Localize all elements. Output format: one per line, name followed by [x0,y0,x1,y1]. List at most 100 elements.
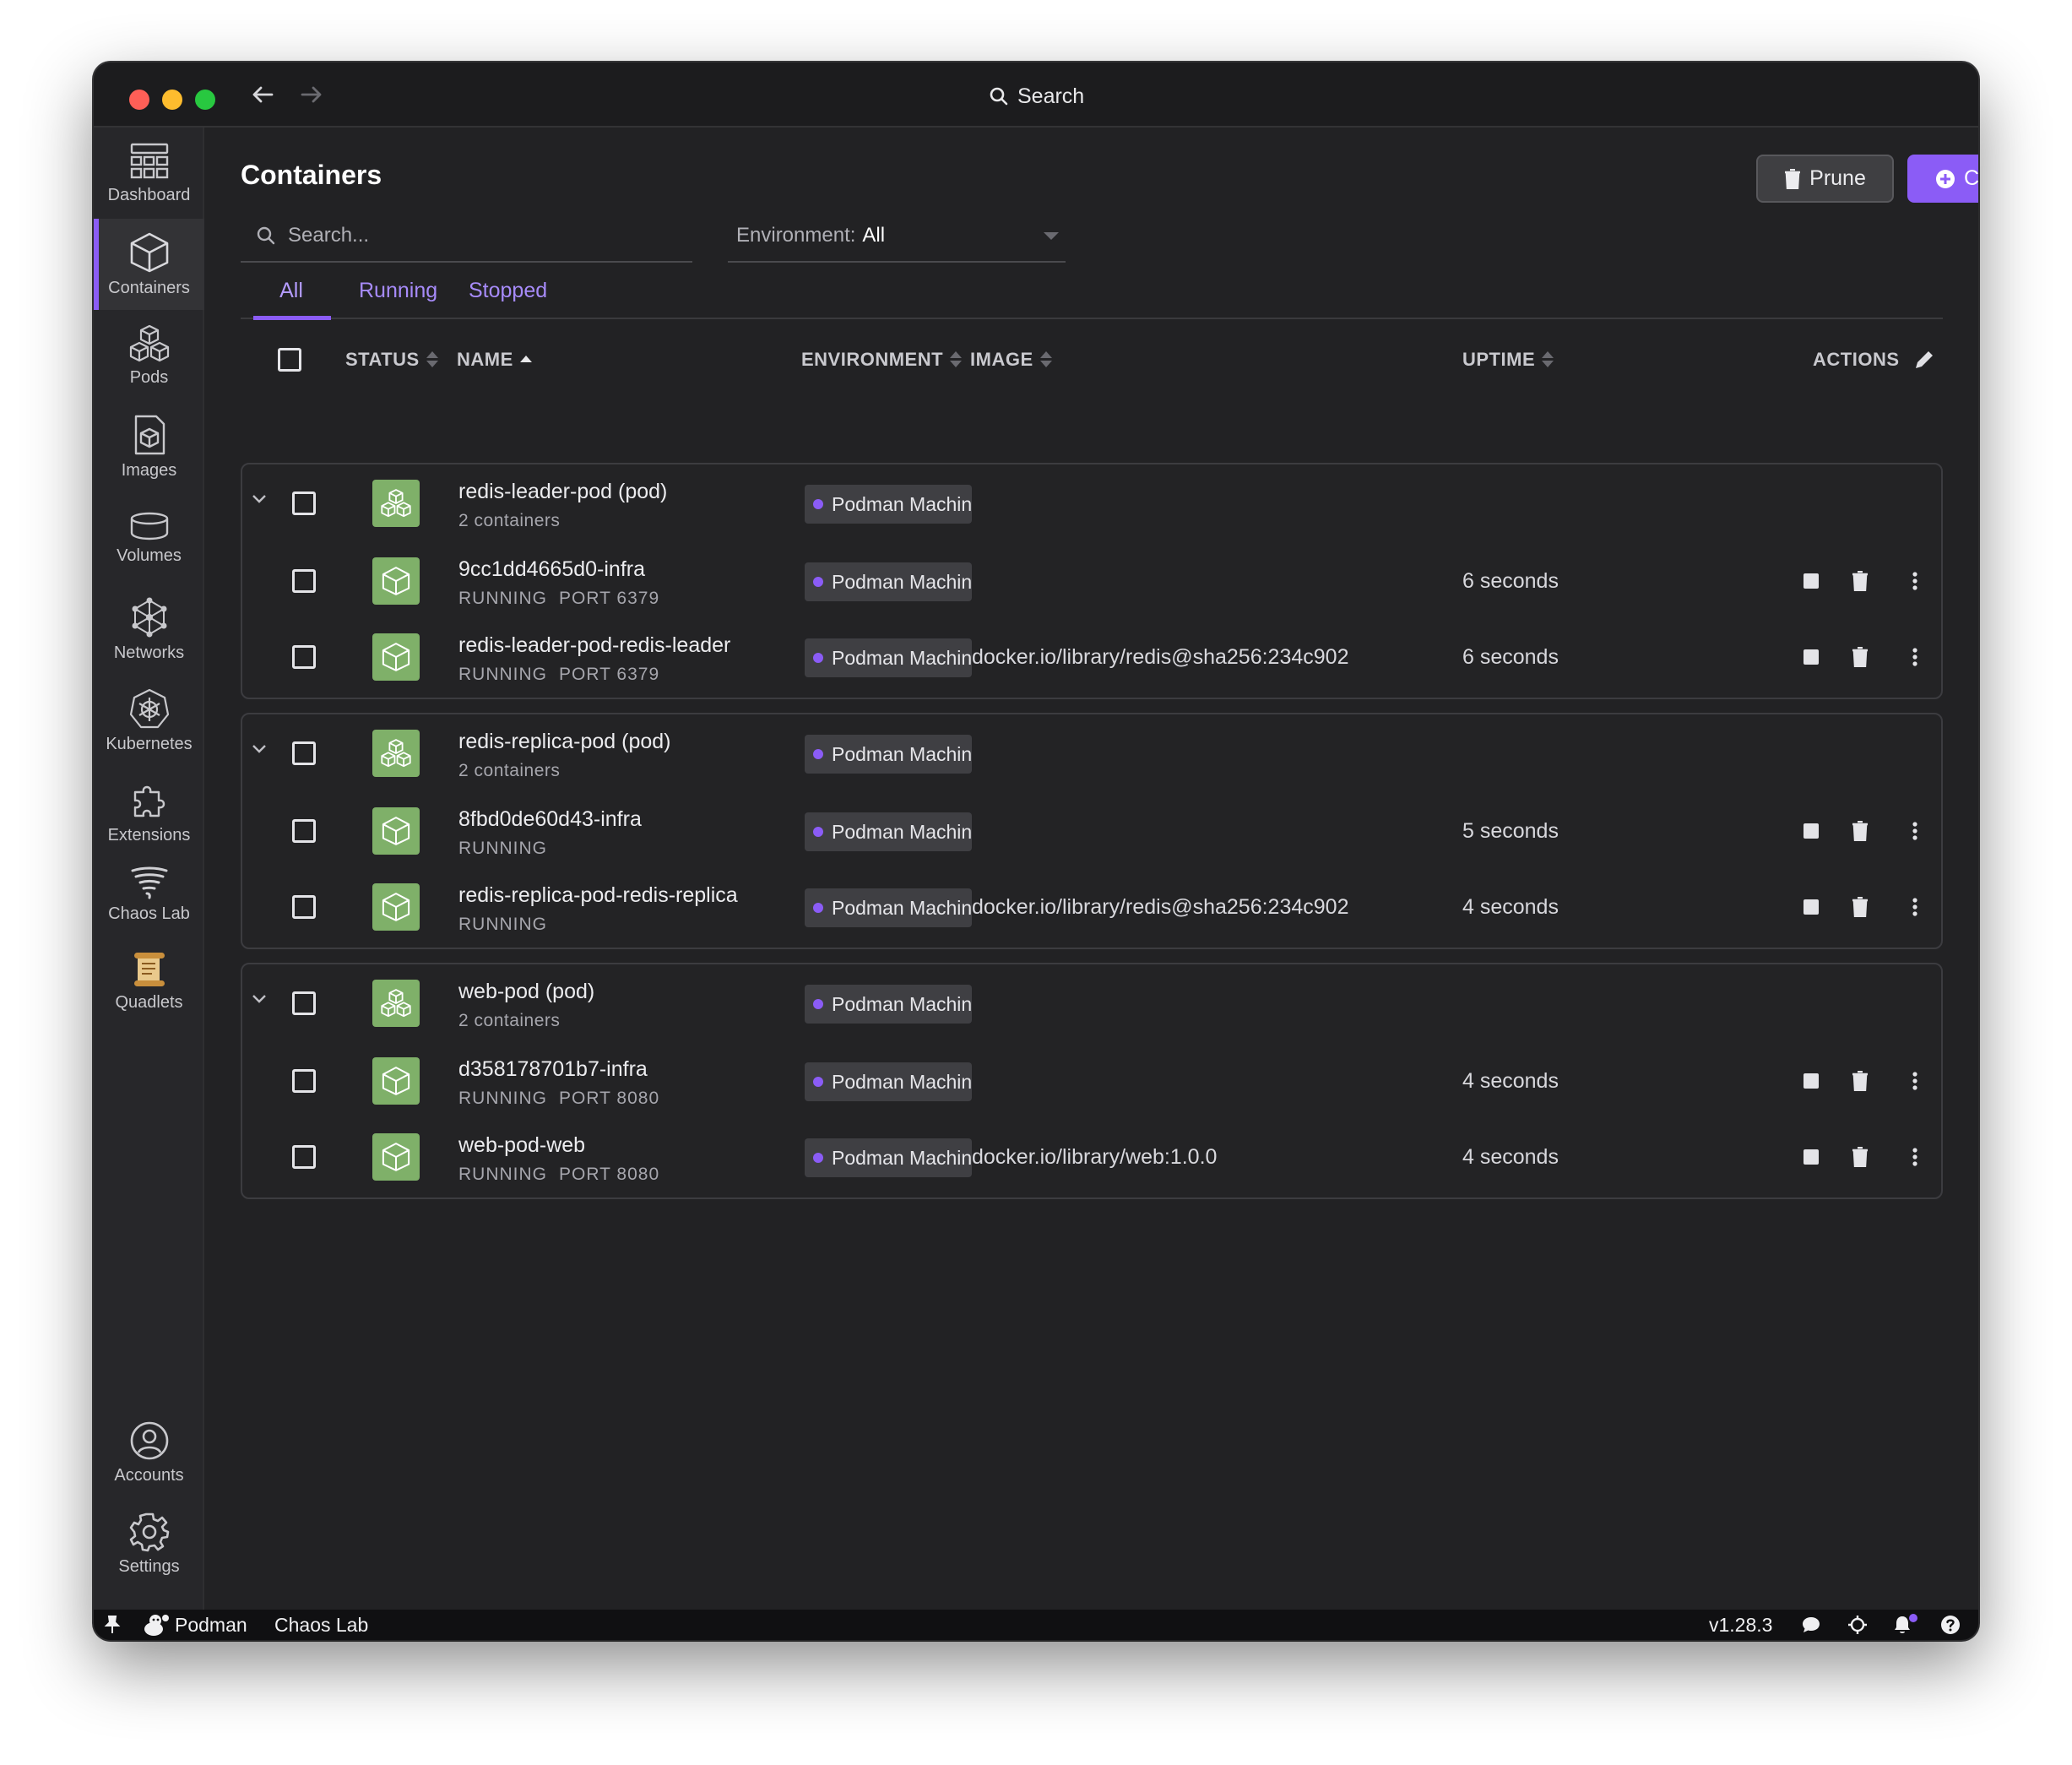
version-label[interactable]: v1.28.3 [1709,1610,1772,1640]
environment-badge-label: Podman Machine [832,1070,972,1093]
container-row[interactable]: redis-replica-pod-redis-replica RUNNING P… [242,868,1941,946]
more-options-button[interactable] [1900,816,1930,846]
status-bar: Podman Chaos Lab v1.28.3 [94,1610,1978,1640]
row-checkbox[interactable] [292,819,316,843]
sidebar-item-networks[interactable]: Networks [94,584,204,675]
header-name[interactable]: NAME [457,349,532,371]
container-row[interactable]: 8fbd0de60d43-infra RUNNING Podman Machine… [242,792,1941,870]
delete-button[interactable] [1845,642,1875,672]
tab-running[interactable]: Running [359,275,437,318]
row-checkbox[interactable] [292,491,316,515]
chat-bubble-icon [1803,1617,1820,1632]
forward-arrow-icon[interactable] [293,76,330,113]
more-options-button[interactable] [1900,1142,1930,1172]
sidebar-item-accounts[interactable]: Accounts [94,1407,204,1498]
stop-icon [1804,823,1819,839]
chevron-down-icon[interactable] [251,743,268,755]
more-options-button[interactable] [1900,566,1930,596]
row-checkbox[interactable] [292,569,316,593]
global-search[interactable]: Search [989,79,1084,113]
sidebar-item-containers[interactable]: Containers [94,219,204,310]
podman-engine-status[interactable]: Podman [143,1610,247,1640]
troubleshooting-button[interactable] [1847,1610,1868,1640]
sidebar-item-quadlets[interactable]: Quadlets [94,937,204,1026]
stop-button[interactable] [1796,816,1826,846]
container-name[interactable]: redis-leader-pod-redis-leader [458,633,796,658]
pin-icon[interactable] [104,1610,121,1640]
sidebar-item-pods[interactable]: Pods [94,310,204,401]
container-name[interactable]: 8fbd0de60d43-infra [458,807,796,832]
row-checkbox[interactable] [292,895,316,919]
row-checkbox[interactable] [292,1069,316,1093]
container-state: RUNNING [458,915,547,934]
sidebar-item-volumes[interactable]: Volumes [94,492,204,584]
delete-button[interactable] [1845,816,1875,846]
pod-name[interactable]: web-pod (pod) [458,980,796,1004]
pencil-icon[interactable] [1913,349,1935,371]
more-options-button[interactable] [1900,892,1930,922]
minimize-window-button[interactable] [162,90,182,110]
close-window-button[interactable] [129,90,149,110]
container-row[interactable]: d358178701b7-infra RUNNING PORT 8080 Podma… [242,1042,1941,1120]
tab-stopped[interactable]: Stopped [469,275,547,318]
delete-button[interactable] [1845,1066,1875,1096]
sidebar-item-kubernetes[interactable]: Kubernetes [94,675,204,766]
sidebar-item-extensions[interactable]: Extensions [94,766,204,857]
header-uptime-label: UPTIME [1462,349,1536,370]
container-uptime: 4 seconds [1462,1145,1559,1169]
back-arrow-icon[interactable] [244,76,281,113]
tab-all[interactable]: All [253,275,331,320]
container-row[interactable]: web-pod-web RUNNING PORT 8080 Podman Machi… [242,1118,1941,1196]
row-checkbox[interactable] [292,991,316,1015]
sidebar-item-settings[interactable]: Settings [94,1498,204,1589]
stop-button[interactable] [1796,1142,1826,1172]
chevron-down-icon[interactable] [251,493,268,505]
pod-subtitle: 2 containers [458,511,561,530]
stop-button[interactable] [1796,566,1826,596]
plus-circle-icon [1935,169,1955,188]
pod-row[interactable]: redis-leader-pod (pod) 2 containers Podma… [242,464,1941,542]
delete-button[interactable] [1845,1142,1875,1172]
container-name[interactable]: d358178701b7-infra [458,1057,796,1082]
delete-button[interactable] [1845,892,1875,922]
container-name[interactable]: web-pod-web [458,1133,796,1158]
container-row[interactable]: redis-leader-pod-redis-leader RUNNING PORT… [242,618,1941,696]
environment-select[interactable]: Environment: All [728,210,1066,263]
container-name[interactable]: 9cc1dd4665d0-infra [458,557,796,582]
stop-button[interactable] [1796,1066,1826,1096]
pod-name[interactable]: redis-leader-pod (pod) [458,480,796,504]
row-checkbox[interactable] [292,741,316,765]
help-button[interactable] [1940,1610,1961,1640]
container-search-input[interactable]: Search... [241,210,692,263]
header-uptime[interactable]: UPTIME [1462,349,1554,371]
pod-name[interactable]: redis-replica-pod (pod) [458,730,796,754]
prune-button[interactable]: Prune [1756,155,1894,203]
more-options-button[interactable] [1900,642,1930,672]
container-row[interactable]: 9cc1dd4665d0-infra RUNNING PORT 6379 Podma… [242,542,1941,620]
pod-row[interactable]: web-pod (pod) 2 containers Podman Machine [242,964,1941,1042]
container-name[interactable]: redis-replica-pod-redis-replica [458,883,796,908]
create-button[interactable]: Create [1907,155,1978,203]
select-all-checkbox[interactable] [278,348,301,372]
row-checkbox[interactable] [292,1145,316,1169]
pod-row[interactable]: redis-replica-pod (pod) 2 containers Podm… [242,714,1941,792]
sidebar-item-label: Quadlets [115,992,183,1012]
header-environment[interactable]: ENVIRONMENT [801,349,963,371]
feedback-button[interactable] [1801,1610,1821,1640]
status-extension-label[interactable]: Chaos Lab [274,1610,368,1640]
account-icon [130,1421,168,1459]
header-image[interactable]: IMAGE [970,349,1052,371]
header-status[interactable]: STATUS [345,349,438,371]
delete-button[interactable] [1845,566,1875,596]
stop-button[interactable] [1796,892,1826,922]
sidebar-item-dashboard[interactable]: Dashboard [94,128,204,219]
chevron-down-icon[interactable] [251,993,268,1005]
app-window: Search Dashboard Containers Pods Images … [94,62,1978,1640]
more-options-button[interactable] [1900,1066,1930,1096]
row-checkbox[interactable] [292,645,316,669]
sidebar-item-images[interactable]: Images [94,401,204,492]
notifications-button[interactable] [1893,1610,1918,1640]
zoom-window-button[interactable] [195,90,215,110]
stop-button[interactable] [1796,642,1826,672]
sidebar-item-chaos-lab[interactable]: Chaos Lab [94,852,204,937]
